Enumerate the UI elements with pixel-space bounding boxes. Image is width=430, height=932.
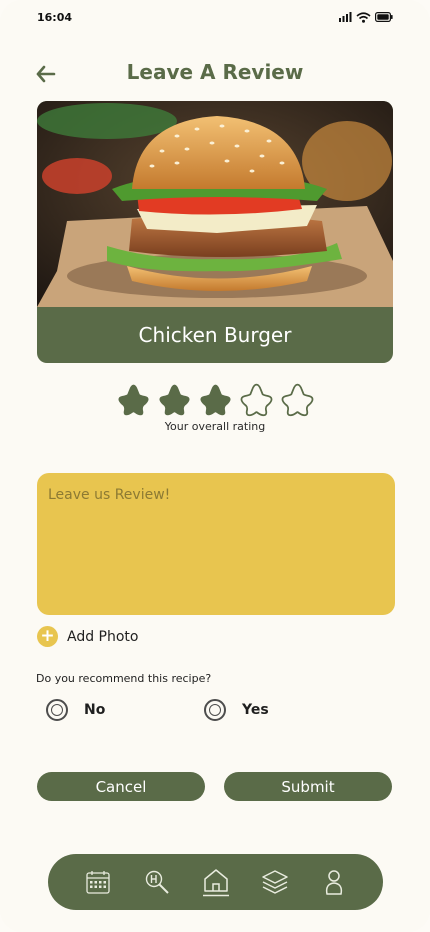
add-photo-button[interactable]: + Add Photo bbox=[37, 626, 139, 647]
profile-icon bbox=[325, 870, 342, 895]
signal-icon bbox=[339, 12, 352, 22]
calendar-icon bbox=[85, 871, 110, 894]
review-placeholder: Leave us Review! bbox=[48, 487, 171, 503]
bottom-nav bbox=[48, 854, 383, 910]
radio-circle bbox=[204, 699, 226, 721]
radio-yes[interactable]: Yes bbox=[204, 699, 269, 721]
star-icon-filled[interactable] bbox=[198, 382, 233, 417]
header: Leave A Review bbox=[30, 60, 400, 88]
rating-label: Your overall rating bbox=[164, 420, 266, 433]
radio-no[interactable]: No bbox=[46, 699, 105, 721]
recommend-question: Do you recommend this recipe? bbox=[36, 672, 212, 685]
recipe-name: Chicken Burger bbox=[138, 323, 292, 347]
radio-yes-label: Yes bbox=[242, 702, 269, 718]
star-icon-filled[interactable] bbox=[157, 382, 192, 417]
status-bar: 16:04 bbox=[37, 8, 393, 26]
screen: 16:04 Leave A Review Chicken Burger Your… bbox=[0, 0, 430, 932]
page-title: Leave A Review bbox=[126, 60, 304, 84]
nav-profile[interactable] bbox=[319, 865, 349, 899]
chicken-burger-photo bbox=[37, 101, 393, 307]
recipe-card: Chicken Burger bbox=[37, 101, 393, 363]
status-time: 16:04 bbox=[37, 10, 73, 24]
layers-icon bbox=[261, 870, 288, 894]
nav-calendar[interactable] bbox=[83, 865, 113, 899]
wifi-icon bbox=[356, 11, 371, 23]
radio-circle bbox=[46, 699, 68, 721]
star-rating bbox=[0, 382, 430, 417]
status-icons bbox=[339, 11, 393, 23]
home-icon bbox=[202, 869, 229, 897]
star-icon-empty[interactable] bbox=[239, 382, 274, 417]
star-icon-filled[interactable] bbox=[116, 382, 151, 417]
plus-icon: + bbox=[37, 626, 58, 647]
radio-no-label: No bbox=[84, 702, 106, 718]
nav-layers[interactable] bbox=[260, 865, 290, 899]
add-photo-label: Add Photo bbox=[67, 628, 139, 645]
search-recipe-icon bbox=[145, 870, 169, 894]
nav-search[interactable] bbox=[142, 865, 172, 899]
submit-button[interactable]: Submit bbox=[224, 772, 392, 801]
review-textarea[interactable]: Leave us Review! bbox=[37, 473, 395, 615]
battery-icon bbox=[375, 12, 393, 22]
nav-home[interactable] bbox=[201, 865, 231, 899]
star-icon-empty[interactable] bbox=[280, 382, 315, 417]
cancel-button[interactable]: Cancel bbox=[37, 772, 205, 801]
